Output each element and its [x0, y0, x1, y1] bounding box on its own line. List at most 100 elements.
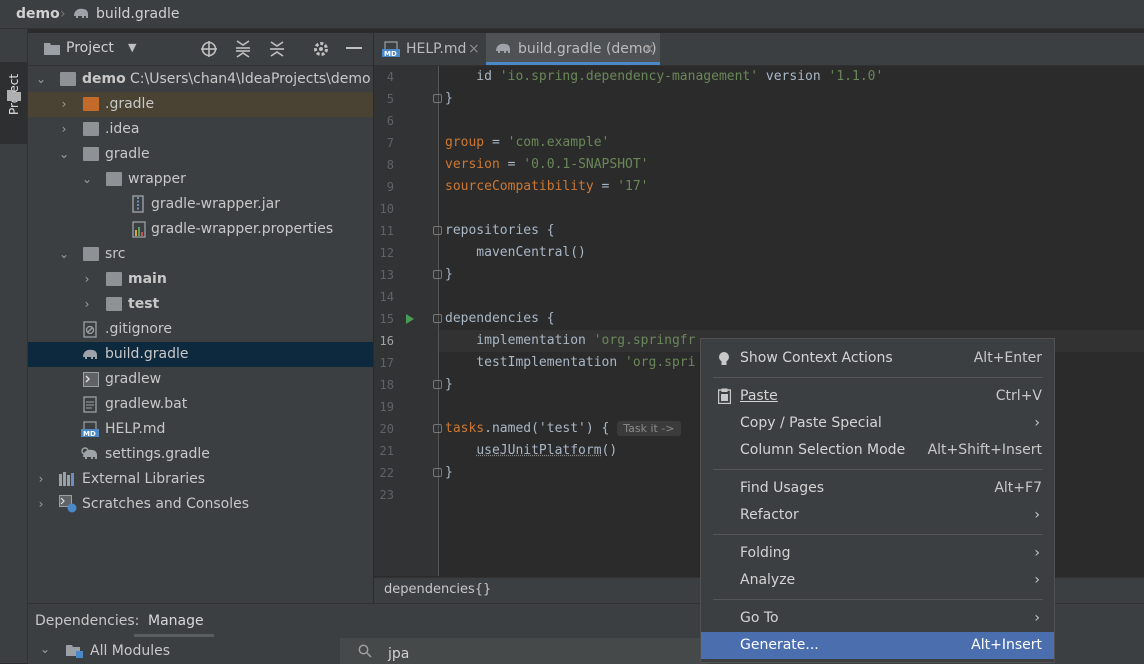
- tab-build-gradle[interactable]: build.gradle (demo) ×: [486, 33, 660, 65]
- tree-item-gradle-wrapper-jar[interactable]: gradle-wrapper.jar: [28, 192, 373, 217]
- menu-item-generate[interactable]: Generate... Alt+Insert: [701, 632, 1054, 659]
- menu-item-find-usages[interactable]: Find Usages Alt+F7: [701, 475, 1054, 502]
- fold-marker-icon[interactable]: [433, 94, 442, 103]
- tree-item-label: src: [105, 242, 125, 267]
- chevron-down-icon[interactable]: ⌄: [40, 642, 50, 656]
- tree-item-gradle-wrapper-properties[interactable]: gradle-wrapper.properties: [28, 217, 373, 242]
- code-line: id 'io.spring.dependency-management' ver…: [445, 66, 883, 88]
- dependencies-panel-title: Dependencies:: [35, 613, 139, 629]
- line-number: 11: [374, 220, 394, 242]
- gradle-elephant-icon: [81, 347, 99, 362]
- tree-item-demo[interactable]: ⌄ demo C:\Users\chan4\IdeaProjects\demo: [28, 67, 373, 92]
- tree-item-external-libraries[interactable]: › External Libraries: [28, 467, 373, 492]
- editor-tabs: MD HELP.md × build.gradle (demo) ×: [374, 33, 1144, 66]
- breadcrumb-project[interactable]: demo: [16, 6, 60, 22]
- menu-item-label: Analyze: [740, 567, 795, 594]
- code-line: tasks.named('test') { Task it ->: [445, 418, 681, 440]
- fold-marker-icon[interactable]: [433, 468, 442, 477]
- chevron-right-icon[interactable]: ›: [34, 492, 48, 517]
- breadcrumb-file[interactable]: build.gradle: [96, 6, 180, 22]
- tree-item-label: HELP.md: [105, 417, 165, 442]
- close-icon[interactable]: ×: [643, 33, 655, 65]
- chevron-down-icon[interactable]: ⌄: [34, 67, 48, 92]
- chevron-down-icon[interactable]: ⌄: [57, 242, 71, 267]
- gear-icon[interactable]: [312, 40, 330, 58]
- tree-item-label: main: [128, 267, 167, 292]
- menu-separator: [713, 599, 1043, 600]
- tree-item-settings-gradle[interactable]: settings.gradle: [28, 442, 373, 467]
- folder-icon: [44, 42, 60, 55]
- minimize-icon[interactable]: [346, 47, 362, 49]
- expand-all-icon[interactable]: [234, 40, 252, 58]
- fold-marker-icon[interactable]: [433, 226, 442, 235]
- search-input-value[interactable]: jpa: [388, 646, 409, 662]
- code-string: '0.0.1-SNAPSHOT': [523, 157, 648, 172]
- menu-item-label: Find Usages: [740, 475, 824, 502]
- menu-item-shortcut: Alt+F7: [994, 475, 1042, 502]
- chevron-down-icon[interactable]: ▼: [128, 41, 136, 54]
- tree-item-label: .gradle: [105, 92, 154, 117]
- menu-item-copy-paste-special[interactable]: Copy / Paste Special ›: [701, 410, 1054, 437]
- folder-icon: [106, 172, 122, 186]
- tree-item-build-gradle[interactable]: build.gradle: [28, 342, 373, 367]
- menu-item-analyze[interactable]: Analyze ›: [701, 567, 1054, 594]
- fold-marker-icon[interactable]: [433, 424, 442, 433]
- tree-item-dot-idea[interactable]: › .idea: [28, 117, 373, 142]
- tree-item-gradlew-bat[interactable]: gradlew.bat: [28, 392, 373, 417]
- properties-file-icon: [132, 221, 146, 238]
- code-string: '1.1.0': [829, 69, 884, 84]
- chevron-right-icon[interactable]: ›: [34, 467, 48, 492]
- code-line: useJUnitPlatform(): [445, 440, 617, 462]
- menu-item-go-to[interactable]: Go To ›: [701, 605, 1054, 632]
- tree-item-gradle[interactable]: ⌄ gradle: [28, 142, 373, 167]
- chevron-right-icon[interactable]: ›: [80, 292, 94, 317]
- folder-icon: [83, 247, 99, 261]
- clipboard-icon: [718, 388, 731, 404]
- code-string: '17': [617, 179, 648, 194]
- menu-item-folding[interactable]: Folding ›: [701, 540, 1054, 567]
- chevron-down-icon[interactable]: ⌄: [57, 142, 71, 167]
- fold-marker-icon[interactable]: [433, 270, 442, 279]
- tree-item-scratches[interactable]: › Scratches and Consoles: [28, 492, 373, 517]
- project-view-title[interactable]: Project: [66, 40, 114, 56]
- code-line: repositories {: [445, 220, 555, 242]
- code-keyword: version: [445, 157, 500, 172]
- tree-item-src[interactable]: ⌄ src: [28, 242, 373, 267]
- tree-item-dot-gradle[interactable]: › .gradle: [28, 92, 373, 117]
- tree-item-label: gradle-wrapper.properties: [151, 217, 333, 242]
- line-number-current: 16: [374, 330, 394, 352]
- menu-item-show-context-actions[interactable]: Show Context Actions Alt+Enter: [701, 345, 1054, 372]
- code-token: =: [594, 179, 617, 194]
- tree-item-help-md[interactable]: MD HELP.md: [28, 417, 373, 442]
- menu-item-refactor[interactable]: Refactor ›: [701, 502, 1054, 529]
- menu-item-label: Paste: [740, 383, 778, 410]
- breadcrumb-separator-icon: ›: [60, 6, 66, 22]
- fold-marker-icon[interactable]: [433, 380, 442, 389]
- tree-item-gitignore[interactable]: .gitignore: [28, 317, 373, 342]
- tree-item-main[interactable]: › main: [28, 267, 373, 292]
- tree-item-test[interactable]: › test: [28, 292, 373, 317]
- chevron-down-icon[interactable]: ⌄: [80, 167, 94, 192]
- run-icon[interactable]: [405, 313, 415, 325]
- tree-item-gradlew[interactable]: gradlew: [28, 367, 373, 392]
- chevron-right-icon[interactable]: ›: [57, 92, 71, 117]
- tree-item-label: .gitignore: [105, 317, 172, 342]
- tab-help-md[interactable]: MD HELP.md ×: [374, 33, 486, 65]
- editor-breadcrumb[interactable]: dependencies{}: [384, 582, 491, 597]
- tree-item-wrapper[interactable]: ⌄ wrapper: [28, 167, 373, 192]
- dependency-search-field[interactable]: jpa: [340, 638, 708, 664]
- locate-icon[interactable]: [200, 40, 218, 58]
- fold-marker-icon[interactable]: [433, 314, 442, 323]
- code-line: mavenCentral(): [445, 242, 586, 264]
- code-keyword: group: [445, 135, 484, 150]
- menu-item-column-selection-mode[interactable]: Column Selection Mode Alt+Shift+Insert: [701, 437, 1054, 464]
- chevron-right-icon[interactable]: ›: [80, 267, 94, 292]
- code-token: .named('test') {: [484, 421, 609, 436]
- collapse-all-icon[interactable]: [268, 40, 286, 58]
- close-icon[interactable]: ×: [468, 33, 480, 65]
- tab-manage[interactable]: Manage: [148, 613, 204, 629]
- all-modules-item[interactable]: All Modules: [90, 643, 170, 659]
- code-token: testImplementation: [445, 355, 625, 370]
- chevron-right-icon[interactable]: ›: [57, 117, 71, 142]
- menu-item-paste[interactable]: Paste Ctrl+V: [701, 383, 1054, 410]
